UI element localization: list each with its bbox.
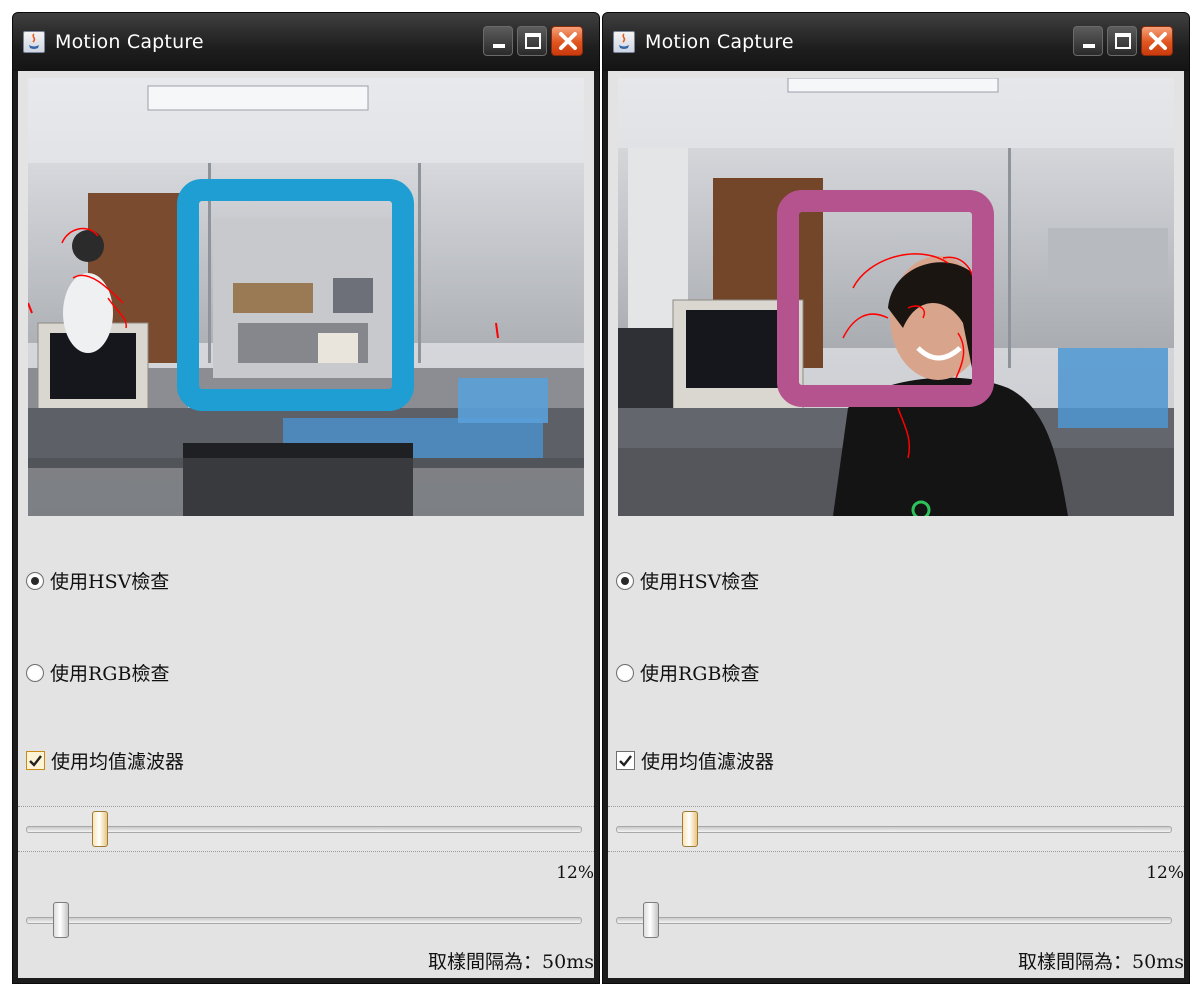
threshold-slider-panel	[18, 806, 594, 852]
camera-feed	[28, 78, 584, 516]
rgb-label: 使用RGB檢查	[50, 663, 170, 685]
minimize-icon	[493, 44, 505, 48]
client-area: 使用HSV檢查 使用RGB檢查 使用均值濾波器 12% 取樣間隔為：50ms	[608, 71, 1184, 978]
filter-label: 使用均值濾波器	[51, 751, 185, 773]
rgb-radio[interactable]	[26, 663, 44, 682]
close-button[interactable]	[551, 26, 583, 56]
threshold-slider-track[interactable]	[616, 826, 1172, 833]
maximize-icon	[1115, 33, 1131, 49]
hsv-option[interactable]: 使用HSV檢查	[26, 567, 169, 594]
java-icon[interactable]	[613, 31, 635, 53]
close-icon	[559, 32, 577, 50]
interval-slider-thumb[interactable]	[53, 902, 70, 938]
rgb-option[interactable]: 使用RGB檢查	[26, 659, 169, 686]
maximize-button[interactable]	[517, 26, 547, 56]
motion-capture-window-right: Motion Capture 使用HSV檢查 使用RGB檢查 使用均值濾波器 1…	[602, 12, 1190, 984]
minimize-icon	[1083, 44, 1095, 48]
title-bar[interactable]: Motion Capture	[13, 13, 599, 71]
java-icon[interactable]	[23, 31, 45, 53]
threshold-value: 12%	[1146, 863, 1184, 883]
hsv-radio[interactable]	[26, 571, 44, 590]
interval-slider-thumb[interactable]	[643, 902, 660, 938]
checkmark-icon	[619, 755, 632, 767]
hsv-option[interactable]: 使用HSV檢查	[616, 567, 759, 594]
hsv-label: 使用HSV檢查	[640, 571, 760, 593]
filter-checkbox[interactable]	[616, 751, 635, 770]
maximize-icon	[525, 33, 541, 49]
hsv-radio[interactable]	[616, 571, 634, 590]
rgb-label: 使用RGB檢查	[640, 663, 760, 685]
camera-feed	[618, 78, 1174, 516]
threshold-slider-track[interactable]	[26, 826, 582, 833]
rgb-radio[interactable]	[616, 663, 634, 682]
filter-checkbox[interactable]	[26, 751, 45, 770]
rgb-option[interactable]: 使用RGB檢查	[616, 659, 759, 686]
threshold-slider-thumb[interactable]	[91, 811, 108, 847]
interval-value: 取樣間隔為：50ms	[1018, 951, 1184, 973]
interval-slider-track[interactable]	[616, 917, 1172, 924]
maximize-button[interactable]	[1107, 26, 1137, 56]
threshold-value: 12%	[556, 863, 594, 883]
client-area: 使用HSV檢查 使用RGB檢查 使用均值濾波器 12% 取樣間隔為：50ms	[18, 71, 594, 978]
filter-label: 使用均值濾波器	[641, 751, 775, 773]
motion-capture-window-left: Motion Capture 使用HSV檢查 使用RGB檢查 使用均值濾波器 1…	[12, 12, 600, 984]
interval-slider-track[interactable]	[26, 917, 582, 924]
threshold-slider-thumb[interactable]	[681, 811, 698, 847]
hsv-label: 使用HSV檢查	[50, 571, 170, 593]
interval-value: 取樣間隔為：50ms	[428, 951, 594, 973]
window-title: Motion Capture	[645, 31, 794, 53]
close-button[interactable]	[1141, 26, 1173, 56]
filter-option[interactable]: 使用均值濾波器	[616, 747, 774, 774]
close-icon	[1149, 32, 1167, 50]
title-bar[interactable]: Motion Capture	[603, 13, 1189, 71]
threshold-slider-panel	[608, 806, 1184, 852]
minimize-button[interactable]	[483, 26, 513, 56]
minimize-button[interactable]	[1073, 26, 1103, 56]
window-title: Motion Capture	[55, 31, 204, 53]
checkmark-icon	[29, 755, 42, 767]
filter-option[interactable]: 使用均值濾波器	[26, 747, 184, 774]
